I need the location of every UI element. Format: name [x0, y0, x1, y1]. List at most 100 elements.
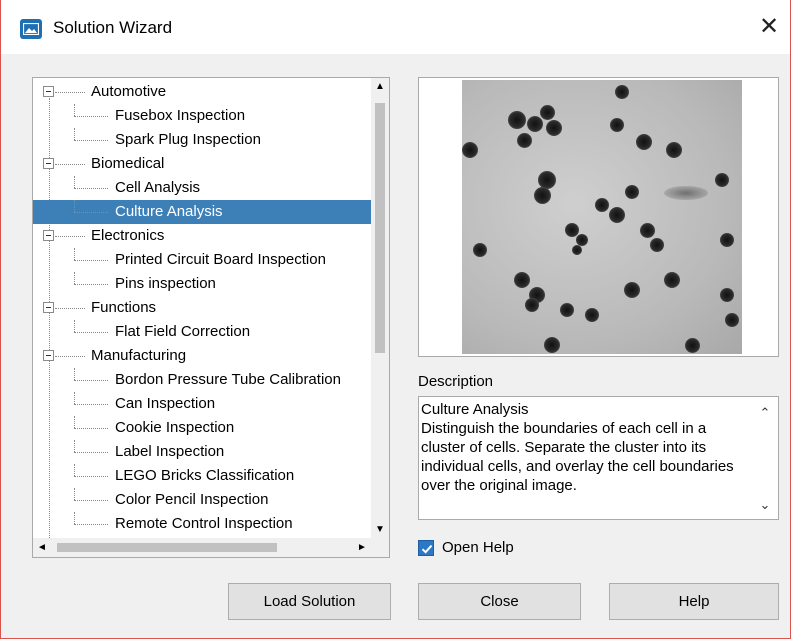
cell-blob: [533, 186, 551, 204]
tree-item[interactable]: Pins inspection: [33, 272, 371, 296]
tree-item-label: Color Pencil Inspection: [115, 491, 269, 508]
tree-item-label: Biomedical: [91, 155, 165, 172]
tree-item[interactable]: Remote Control Inspection: [33, 512, 371, 536]
tree-item-label: Functions: [91, 299, 157, 316]
cell-blob: [572, 245, 582, 255]
image-icon: [20, 19, 42, 39]
tree-item[interactable]: Cell Analysis: [33, 176, 371, 200]
cell-blob: [595, 198, 609, 212]
tree-connector: [74, 116, 108, 117]
cell-blob: [720, 288, 734, 302]
scroll-up-icon[interactable]: ▲: [371, 78, 389, 95]
tree-connector: [74, 440, 75, 452]
cell-blob: [525, 298, 539, 312]
cell-blob: [585, 308, 599, 322]
collapse-icon[interactable]: [43, 158, 54, 169]
tree-item-label: Bordon Pressure Tube Calibration: [115, 371, 341, 388]
horizontal-scrollbar[interactable]: ◄ ►: [33, 538, 371, 557]
tree-connector: [74, 176, 75, 188]
cell-blob: [527, 116, 543, 132]
collapse-icon[interactable]: [43, 86, 54, 97]
tree-connector: [74, 212, 108, 213]
tree-category[interactable]: Automotive: [33, 80, 371, 104]
cell-blob: [715, 173, 729, 187]
tree-connector: [74, 368, 75, 380]
close-icon[interactable]: ✕: [756, 14, 782, 40]
tree-item[interactable]: Color Pencil Inspection: [33, 488, 371, 512]
chevron-down-icon[interactable]: ⌄: [758, 497, 772, 512]
tree-item[interactable]: Label Inspection: [33, 440, 371, 464]
tree-item[interactable]: Culture Analysis: [33, 200, 371, 224]
tree-connector: [74, 404, 108, 405]
scroll-right-icon[interactable]: ►: [353, 538, 371, 557]
tree-connector: [55, 92, 85, 93]
tree-connector: [55, 236, 85, 237]
tree-item[interactable]: Spark Plug Inspection: [33, 128, 371, 152]
tree-item-label: Pins inspection: [115, 275, 216, 292]
tree-item-label: Spark Plug Inspection: [115, 131, 261, 148]
description-body: Distinguish the boundaries of each cell …: [421, 420, 734, 494]
description-text: Culture Analysis Distinguish the boundari…: [421, 400, 751, 495]
scroll-left-icon[interactable]: ◄: [33, 538, 51, 557]
chevron-up-icon[interactable]: ⌃: [758, 405, 772, 420]
tree-item[interactable]: LEGO Bricks Classification: [33, 464, 371, 488]
tree-item-label: LEGO Bricks Classification: [115, 467, 295, 484]
scroll-down-icon[interactable]: ▼: [371, 521, 389, 538]
description-box[interactable]: Culture Analysis Distinguish the boundari…: [418, 396, 779, 520]
preview-frame: [418, 77, 779, 357]
tree-connector: [55, 356, 85, 357]
cell-blob: [615, 85, 629, 99]
tree-category[interactable]: Electronics: [33, 224, 371, 248]
cell-blob: [560, 303, 574, 317]
description-label: Description: [418, 373, 494, 390]
cell-blob: [508, 111, 526, 129]
tree-item[interactable]: Fusebox Inspection: [33, 104, 371, 128]
tree-item[interactable]: Flat Field Correction: [33, 320, 371, 344]
tree-connector: [74, 200, 75, 212]
solution-tree[interactable]: Automotive Fusebox Inspection Spark Plug I…: [32, 77, 390, 558]
solution-wizard-window: Solution Wizard ✕ Automotive Fusebox Insp…: [0, 0, 791, 639]
load-solution-button[interactable]: Load Solution: [228, 583, 391, 620]
tree-connector: [74, 488, 75, 500]
cell-blob: [516, 132, 532, 148]
tree-connector: [74, 392, 75, 404]
cell-blob: [664, 272, 680, 288]
cell-blob: [720, 233, 734, 247]
tree-category[interactable]: Manufacturing: [33, 344, 371, 368]
open-help-label[interactable]: Open Help: [442, 538, 514, 558]
tree-item-label: Electronics: [91, 227, 165, 244]
cell-blob: [624, 282, 640, 298]
tree-item[interactable]: Cookie Inspection: [33, 416, 371, 440]
collapse-icon[interactable]: [43, 230, 54, 241]
tree-item[interactable]: Can Inspection: [33, 392, 371, 416]
title-bar: Solution Wizard ✕: [1, 0, 790, 54]
vertical-scroll-thumb[interactable]: [375, 103, 385, 353]
tree-viewport: Automotive Fusebox Inspection Spark Plug I…: [33, 78, 371, 538]
cell-blob: [666, 142, 682, 158]
collapse-icon[interactable]: [43, 302, 54, 313]
tree-item[interactable]: Printed Circuit Board Inspection: [33, 248, 371, 272]
tree-connector: [74, 188, 108, 189]
tree-item-label: Printed Circuit Board Inspection: [115, 251, 326, 268]
tree-connector: [74, 524, 108, 525]
tree-item[interactable]: Bordon Pressure Tube Calibration: [33, 368, 371, 392]
tree-connector: [74, 104, 75, 116]
tree-item-label: Label Inspection: [115, 443, 225, 460]
horizontal-scroll-thumb[interactable]: [57, 543, 277, 552]
cell-blob: [610, 118, 624, 132]
cell-blob: [462, 142, 478, 158]
tree-connector: [55, 308, 85, 309]
collapse-icon[interactable]: [43, 350, 54, 361]
cell-blob: [684, 337, 700, 353]
tree-category[interactable]: Functions: [33, 296, 371, 320]
tree-connector: [74, 260, 108, 261]
cell-blob: [539, 104, 555, 120]
cell-blob: [650, 238, 664, 252]
open-help-checkbox[interactable]: [418, 540, 434, 556]
tree-category[interactable]: Biomedical: [33, 152, 371, 176]
help-button[interactable]: Help: [609, 583, 779, 620]
tree-connector: [74, 332, 108, 333]
vertical-scrollbar[interactable]: ▲ ▼: [371, 78, 389, 538]
window-title: Solution Wizard: [53, 18, 173, 37]
close-button[interactable]: Close: [418, 583, 581, 620]
